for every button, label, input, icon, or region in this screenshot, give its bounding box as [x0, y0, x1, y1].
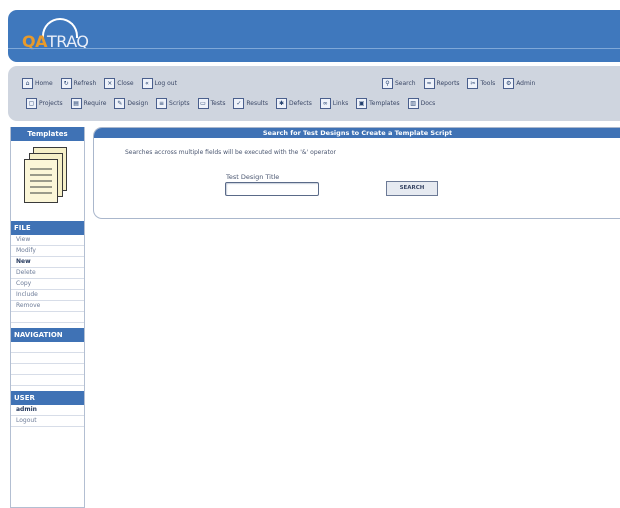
scripts-icon: ≡	[156, 98, 168, 109]
close-icon: ×	[104, 78, 116, 89]
sidebar-item-delete[interactable]: Delete	[11, 268, 84, 279]
toolbar-results-button[interactable]: ✓ Results	[233, 98, 268, 109]
sidebar: Templates FILE View Modify New Delete Co…	[10, 127, 85, 508]
toolbar-label: Templates	[369, 100, 400, 107]
toolbar-label: Refresh	[73, 80, 97, 87]
toolbar-row-1-right: ⚲ Search ≈ Reports ✂ Tools ⚙ Admin	[382, 78, 541, 89]
app-header: QATRAQ	[8, 10, 620, 62]
toolbar-label: Scripts	[169, 100, 190, 107]
sidebar-nav-slot	[11, 364, 84, 375]
panel-title: Search for Test Designs to Create a Temp…	[94, 128, 620, 138]
search-icon: ⚲	[382, 78, 393, 89]
sidebar-item-remove[interactable]: Remove	[11, 301, 84, 312]
sidebar-user-name: admin	[11, 405, 84, 416]
page-sheet	[24, 159, 58, 203]
toolbar-row-2: ▢ Projects ▤ Require ✎ Design ≡ Scripts ▭ Tes…	[26, 98, 441, 115]
toolbar-label: Design	[127, 100, 149, 107]
toolbar-design-button[interactable]: ✎ Design	[114, 98, 148, 109]
sheet-line	[30, 192, 52, 194]
toolbar-row-1: ⌂ Home ↻ Refresh × Close «Log out ⚲ Search ≈…	[22, 78, 535, 95]
search-button[interactable]: SEARCH	[386, 181, 438, 196]
test-design-title-label: Test Design Title	[226, 173, 280, 181]
sheet-line	[30, 168, 52, 170]
toolbar-label: Home	[35, 80, 53, 87]
toolbar-label: Admin	[516, 80, 536, 87]
toolbar-tests-button[interactable]: ▭ Tests	[197, 98, 226, 109]
toolbar-templates-button[interactable]: ▣ Templates	[356, 98, 400, 109]
sidebar-item-new[interactable]: New	[11, 257, 84, 268]
sheet-line	[30, 174, 52, 176]
search-note: Searches accross multiple fields will be…	[125, 149, 336, 156]
toolbar-label: Links	[332, 100, 349, 107]
requirements-icon: ▤	[70, 98, 82, 109]
toolbar-label: Docs	[420, 100, 436, 107]
admin-icon: ⚙	[503, 78, 515, 89]
toolbar-label: Log out	[154, 80, 177, 87]
toolbar-label: Search	[395, 80, 416, 87]
toolbar-logout-button[interactable]: «Log out	[141, 78, 177, 89]
sidebar-item-include[interactable]: Include	[11, 290, 84, 301]
sidebar-templates-title: Templates	[11, 127, 84, 141]
toolbar-projects-button[interactable]: ▢ Projects	[26, 98, 63, 109]
header-divider	[8, 48, 620, 49]
toolbar-label: Tools	[480, 80, 496, 87]
toolbar-label: Require	[83, 100, 107, 107]
toolbar-close-button[interactable]: × Close	[104, 78, 134, 89]
sidebar-navigation-title: NAVIGATION	[11, 328, 84, 342]
projects-icon: ▢	[26, 98, 37, 109]
logout-icon: «	[141, 78, 153, 89]
toolbar-label: Projects	[39, 100, 63, 107]
results-icon: ✓	[233, 98, 245, 109]
docs-icon: ▥	[407, 98, 419, 109]
toolbar-reports-button[interactable]: ≈ Reports	[423, 78, 460, 89]
toolbar: ⌂ Home ↻ Refresh × Close «Log out ⚲ Search ≈…	[8, 66, 620, 121]
test-design-title-input[interactable]	[225, 182, 319, 196]
sidebar-nav-slot	[11, 353, 84, 364]
sidebar-user-title: USER	[11, 391, 84, 405]
toolbar-label: Tests	[210, 100, 226, 107]
tools-icon: ✂	[467, 78, 479, 89]
reports-icon: ≈	[423, 78, 435, 89]
home-icon: ⌂	[22, 78, 33, 89]
toolbar-label: Results	[246, 100, 269, 107]
design-icon: ✎	[114, 98, 126, 109]
toolbar-requirements-button[interactable]: ▤ Require	[70, 98, 107, 109]
templates-icon: ▣	[356, 98, 368, 109]
sidebar-item-copy[interactable]: Copy	[11, 279, 84, 290]
sidebar-file-title: FILE	[11, 221, 84, 235]
defects-icon: ✱	[275, 98, 287, 109]
toolbar-label: Close	[117, 80, 134, 87]
templates-illustration-icon	[11, 141, 84, 221]
toolbar-label: Defects	[288, 100, 312, 107]
sidebar-spacer	[11, 312, 84, 323]
toolbar-refresh-button[interactable]: ↻ Refresh	[60, 78, 97, 89]
tests-icon: ▭	[197, 98, 209, 109]
sidebar-item-logout[interactable]: Logout	[11, 416, 84, 427]
sidebar-item-modify[interactable]: Modify	[11, 246, 84, 257]
sidebar-nav-slot	[11, 342, 84, 353]
toolbar-scripts-button[interactable]: ≡ Scripts	[156, 98, 190, 109]
toolbar-search-button[interactable]: ⚲ Search	[382, 78, 416, 89]
toolbar-links-button[interactable]: ∞ Links	[319, 98, 349, 109]
toolbar-admin-button[interactable]: ⚙ Admin	[503, 78, 535, 89]
toolbar-docs-button[interactable]: ▥ Docs	[407, 98, 436, 109]
search-panel: Search for Test Designs to Create a Temp…	[93, 127, 620, 219]
toolbar-defects-button[interactable]: ✱ Defects	[275, 98, 312, 109]
sheet-line	[30, 180, 52, 182]
refresh-icon: ↻	[60, 78, 72, 89]
sidebar-item-view[interactable]: View	[11, 235, 84, 246]
sheet-line	[30, 186, 52, 188]
toolbar-tools-button[interactable]: ✂ Tools	[467, 78, 495, 89]
links-icon: ∞	[319, 98, 331, 109]
toolbar-label: Reports	[436, 80, 460, 87]
toolbar-home-button[interactable]: ⌂ Home	[22, 78, 53, 89]
sidebar-nav-slot	[11, 375, 84, 386]
